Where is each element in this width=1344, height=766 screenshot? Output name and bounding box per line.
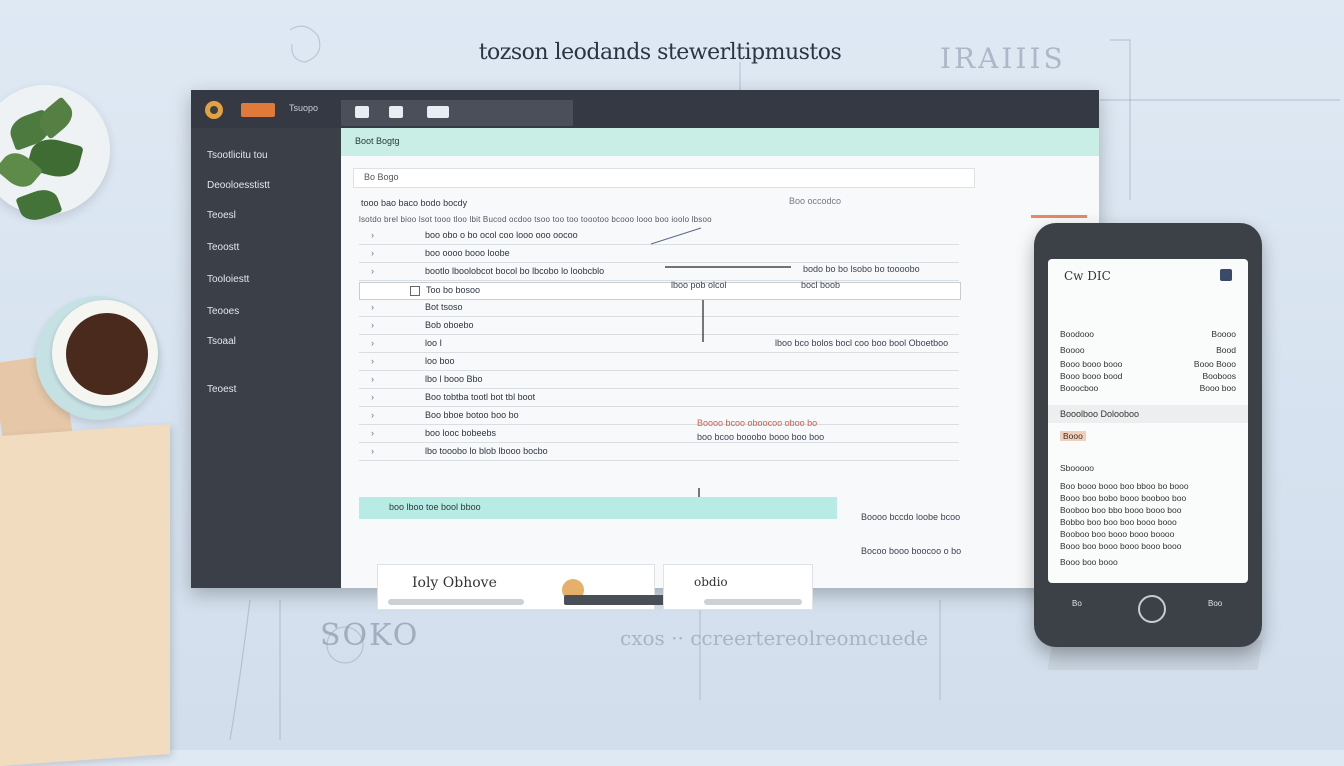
phone-subhead: Sbooooo [1060, 463, 1095, 473]
phone-title: Cw DIC [1064, 269, 1111, 283]
highlighted-row-text: boo lboo toe bool bboo [389, 502, 481, 512]
phone-paragraph-line: Boo booo booo boo bboo bo booo [1060, 481, 1189, 491]
notebook [0, 424, 170, 766]
app-logo-icon[interactable] [205, 101, 223, 119]
main-content: Boot Bogtg Bo Bogo tooo bao baco bodo bo… [341, 128, 1099, 610]
sidebar-item-3[interactable]: Teoesl [207, 210, 236, 221]
status-card-label: obdio [694, 575, 728, 589]
phone-nav-right[interactable]: Boo [1208, 599, 1222, 608]
phone-line-right: Booo boo [1199, 383, 1236, 393]
phone-line-right: Boooo [1211, 329, 1236, 339]
app-topbar: Tsuopo [191, 90, 1099, 128]
phone-line-left: Booo booo bood [1060, 371, 1123, 381]
phone-section-label: Booolboo Dolooboo [1060, 409, 1140, 419]
phone-line-left: Booocboo [1060, 383, 1099, 393]
home-button-icon[interactable] [1138, 595, 1166, 623]
status-card-2[interactable]: obdio [663, 564, 813, 610]
sketch-label: IRAIIIS [940, 42, 1066, 75]
phone-nav-bar: Bo Boo [1048, 585, 1248, 635]
sidebar-item-8[interactable]: Teoest [207, 384, 236, 395]
status-bar [564, 595, 668, 605]
brand-badge [241, 103, 275, 117]
tab-2[interactable] [389, 106, 403, 118]
sidebar: Tsootlicitu tou Deooloesstistt Teoesl Te… [191, 128, 341, 588]
sidebar-item-4[interactable]: Teoostt [207, 242, 239, 253]
tab-1[interactable] [355, 106, 369, 118]
phone-paragraph-line: Booo boo booo booo booo booo [1060, 541, 1182, 551]
sidebar-item-1[interactable]: Tsootlicitu tou [207, 150, 268, 161]
footer-sketch-text-2: cxos ·· ccreertereolreomcuede [620, 626, 929, 650]
phone-menu-button[interactable] [1220, 269, 1232, 281]
phone-section-header: Booolboo Dolooboo [1048, 405, 1248, 423]
phone-line-left: Boooo [1060, 345, 1085, 355]
status-card-label: Ioly Obhove [412, 575, 497, 591]
phone-line-left: Boodooo [1060, 329, 1095, 339]
phone-screen: Cw DIC Boodooo Boooo Boooo Bood Booo boo… [1048, 259, 1248, 583]
headline-text: tozson leodands stewerltipmustos [478, 40, 842, 65]
phone-line-right: Booboos [1202, 371, 1236, 381]
progress-track [704, 599, 802, 605]
phone-paragraph-line: Booboo boo booo booo boooo [1060, 529, 1175, 539]
phone-tag: Booo [1060, 431, 1086, 441]
sidebar-item-7[interactable]: Tsoaal [207, 336, 236, 347]
phone-nav-left[interactable]: Bo [1072, 599, 1082, 608]
tab-3[interactable] [427, 106, 449, 118]
phone-paragraph-line: Bobbo boo boo boo booo booo [1060, 517, 1177, 527]
phone-line-right: Booo Booo [1193, 359, 1236, 369]
progress-track [388, 599, 524, 605]
phone-paragraph-line: Booo boo bobo booo booboo boo [1060, 493, 1187, 503]
sidebar-item-5[interactable]: Tooloiestt [207, 274, 249, 285]
phone-device: Cw DIC Boodooo Boooo Boooo Bood Booo boo… [1034, 223, 1262, 647]
phone-paragraph-line: Booo boo booo [1060, 557, 1118, 567]
tab-strip [341, 100, 573, 126]
sidebar-item-6[interactable]: Teooes [207, 306, 239, 317]
phone-line-left: Booo booo booo [1060, 359, 1123, 369]
status-card-1[interactable]: Ioly Obhove [377, 564, 668, 610]
phone-line-right: Bood [1216, 345, 1236, 355]
coffee [66, 313, 148, 395]
monitor-window: Tsuopo Tsootlicitu tou Deooloesstistt Te… [191, 90, 1099, 610]
phone-paragraph-line: Booboo boo bbo booo booo boo [1060, 505, 1182, 515]
topbar-label: Tsuopo [289, 103, 319, 113]
sidebar-item-2[interactable]: Deooloesstistt [207, 180, 270, 191]
footer-sketch-text: SOKO [320, 618, 420, 653]
highlighted-row[interactable]: boo lboo toe bool bboo [359, 497, 837, 519]
annotation-arrows [650, 227, 791, 510]
